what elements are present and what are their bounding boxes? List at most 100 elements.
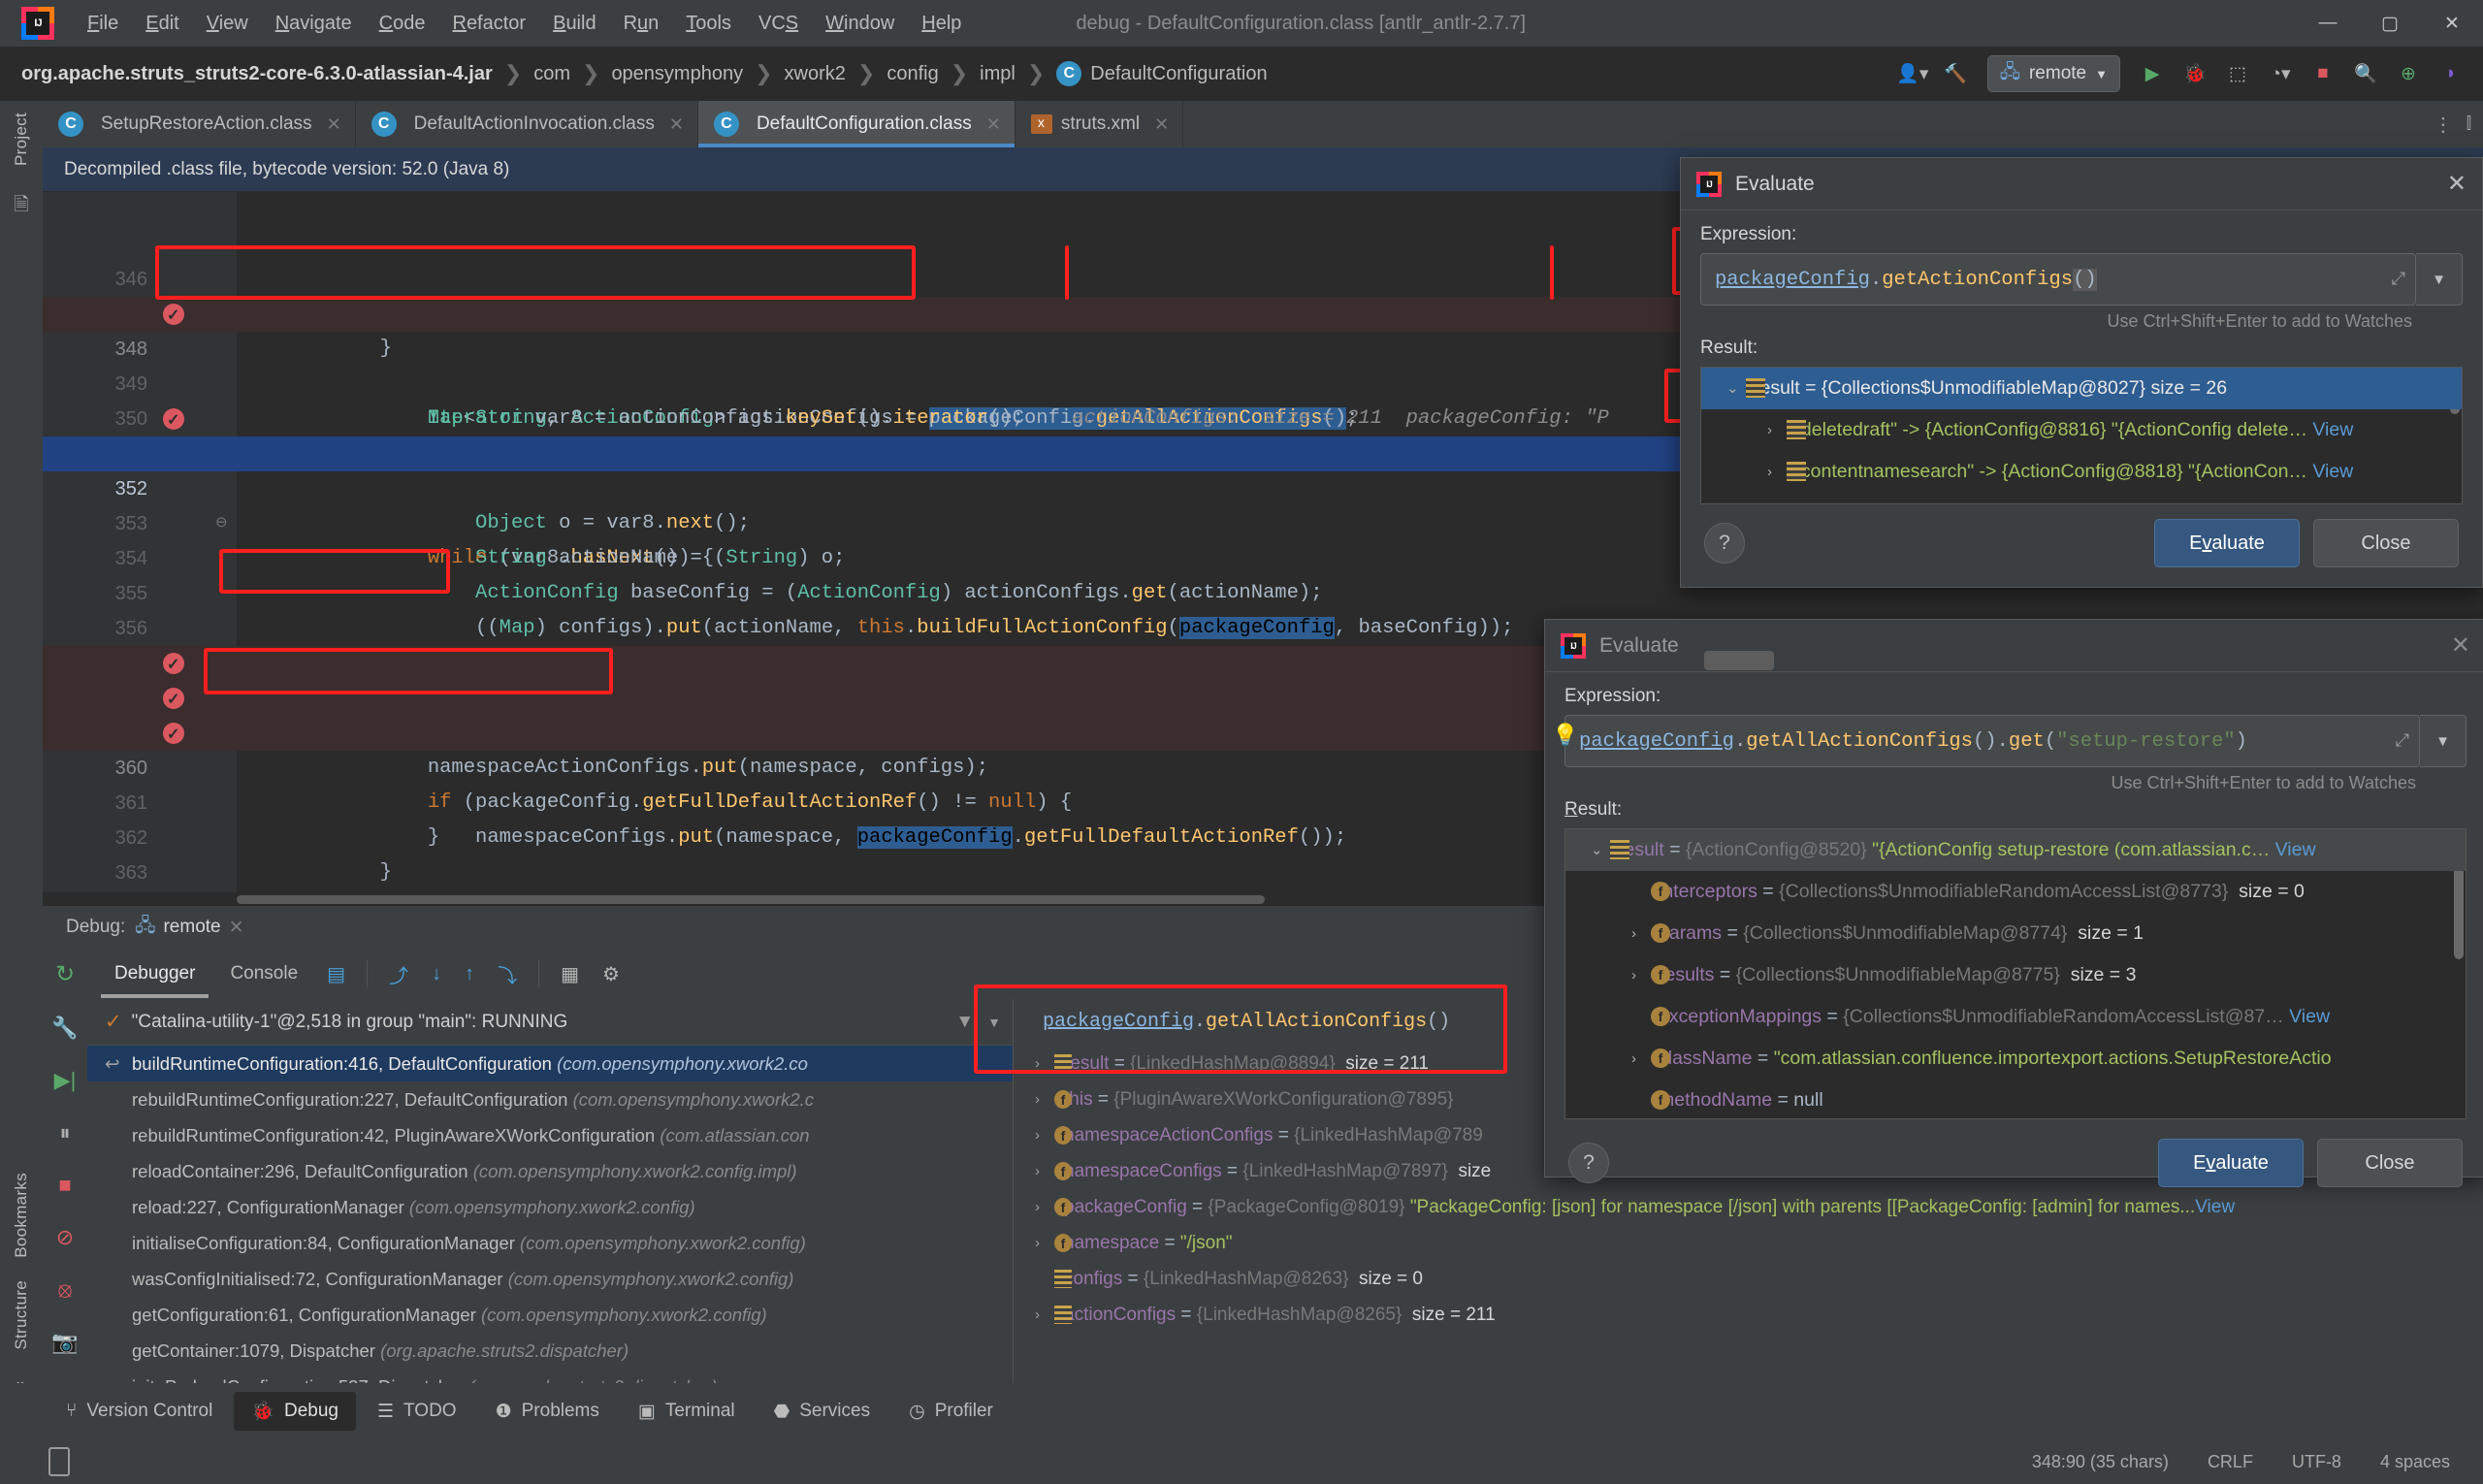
close-icon[interactable]: ✕ — [2421, 0, 2483, 47]
debug-session-tab[interactable]: 🖧 remote ✕ — [135, 912, 243, 943]
close-icon[interactable]: ✕ — [2447, 170, 2467, 198]
close-icon[interactable]: ✕ — [2451, 631, 2470, 660]
menu-refactor[interactable]: Refactor — [438, 9, 539, 39]
sidebar-item-bookmarks[interactable]: Bookmarks — [12, 1161, 31, 1270]
result-tree[interactable]: ⌄ result = {Collections$UnmodifiableMap@… — [1700, 367, 2463, 504]
result-row-exceptionmappings[interactable]: f exceptionMappings = {Collections$Unmod… — [1565, 996, 2466, 1038]
breadcrumb-opensymphony[interactable]: opensymphony — [611, 63, 743, 85]
menu-code[interactable]: Code — [366, 9, 439, 39]
rerun-icon[interactable]: ↻ — [55, 960, 75, 988]
breadcrumb-class[interactable]: DefaultConfiguration — [1090, 63, 1267, 85]
lightbulb-icon[interactable]: 💡 — [1552, 724, 1578, 749]
frame-row[interactable]: initialiseConfiguration:84, Configuratio… — [87, 1225, 1013, 1261]
frame-row[interactable]: wasConfigInitialised:72, ConfigurationMa… — [87, 1261, 1013, 1297]
chevron-right-icon[interactable]: › — [1035, 1189, 1040, 1225]
frame-row[interactable]: reload:227, ConfigurationManager (com.op… — [87, 1189, 1013, 1225]
variable-row-actionconfigs[interactable]: › actionConfigs = {LinkedHashMap@8265} s… — [1014, 1297, 2438, 1333]
debug-icon[interactable]: 🐞 — [2177, 55, 2213, 92]
menu-navigate[interactable]: Navigate — [262, 9, 366, 39]
settings-wrench-icon[interactable]: 🔧 — [51, 1016, 78, 1041]
tab-struts-xml[interactable]: struts.xml ✕ — [1016, 101, 1184, 147]
settings-icon[interactable]: ⚙ — [591, 962, 631, 986]
tab-setuprestoreaction[interactable]: C SetupRestoreAction.class ✕ — [43, 101, 356, 147]
frames-icon[interactable]: ▤ — [315, 962, 357, 986]
indent-setting[interactable]: 4 spaces — [2380, 1452, 2450, 1472]
thread-row[interactable]: ✓ "Catalina-utility-1"@2,518 in group "m… — [87, 999, 1013, 1046]
close-button[interactable]: Close — [2313, 519, 2459, 567]
step-into-icon[interactable]: ↓ — [420, 963, 453, 985]
menu-tools[interactable]: Tools — [672, 9, 745, 39]
minimize-icon[interactable]: — — [2297, 0, 2359, 47]
bottom-tab-debug[interactable]: 🐞 Debug — [234, 1392, 356, 1431]
view-link[interactable]: View — [2275, 839, 2316, 860]
tab-console[interactable]: Console — [212, 957, 315, 990]
chevron-right-icon[interactable]: › — [1035, 1046, 1040, 1081]
search-icon[interactable]: 🔍 — [2347, 55, 2384, 92]
resume-icon[interactable]: ▶| — [54, 1068, 77, 1093]
file-encoding[interactable]: UTF-8 — [2292, 1452, 2341, 1472]
frame-row[interactable]: reloadContainer:296, DefaultConfiguratio… — [87, 1153, 1013, 1189]
menu-window[interactable]: Window — [812, 9, 908, 39]
help-button[interactable]: ? — [1704, 523, 1745, 564]
user-icon[interactable]: 👤▾ — [1894, 55, 1931, 92]
menu-run[interactable]: Run — [610, 9, 673, 39]
bottom-tab-services[interactable]: ⬣ Services — [757, 1393, 887, 1431]
frame-row[interactable]: rebuildRuntimeConfiguration:42, PluginAw… — [87, 1117, 1013, 1153]
chevron-down-icon[interactable]: ▼ — [987, 1015, 1001, 1030]
frame-row[interactable]: rebuildRuntimeConfiguration:227, Default… — [87, 1081, 1013, 1117]
result-row-params[interactable]: › f params = {Collections$UnmodifiableMa… — [1565, 913, 2466, 954]
help-button[interactable]: ? — [1568, 1143, 1609, 1183]
codewithme-icon[interactable]: ◗ — [2433, 55, 2469, 92]
chevron-right-icon[interactable]: › — [1035, 1153, 1040, 1189]
breakpoint-icon[interactable] — [163, 718, 184, 753]
chevron-right-icon[interactable]: › — [1035, 1117, 1040, 1153]
hammer-icon[interactable]: 🔨 — [1937, 55, 1974, 92]
variable-row-configs[interactable]: configs = {LinkedHashMap@8263} size = 0 — [1014, 1261, 2438, 1297]
menu-help[interactable]: Help — [908, 9, 975, 39]
menu-build[interactable]: Build — [539, 9, 609, 39]
tab-defaultconfiguration[interactable]: C DefaultConfiguration.class ✕ — [697, 101, 1016, 147]
breadcrumb-xwork2[interactable]: xwork2 — [785, 63, 846, 85]
frame-row[interactable]: ↩ buildRuntimeConfiguration:416, DefaultC… — [87, 1046, 1013, 1081]
chevron-right-icon[interactable]: › — [1767, 451, 1772, 493]
history-dropdown-icon[interactable]: ▼ — [2416, 253, 2463, 306]
step-out-icon[interactable]: ↑ — [453, 963, 486, 985]
line-separator[interactable]: CRLF — [2208, 1452, 2253, 1472]
result-row-result[interactable]: ⌄ result = {ActionConfig@8520} "{ActionC… — [1565, 829, 2466, 871]
bottom-tab-version-control[interactable]: ⑂ Version Control — [48, 1393, 230, 1430]
view-link[interactable]: View — [2312, 461, 2353, 482]
result-tree[interactable]: ⌄ result = {ActionConfig@8520} "{ActionC… — [1564, 828, 2467, 1119]
chevron-right-icon[interactable]: › — [1035, 1081, 1040, 1117]
device-icon[interactable] — [48, 1447, 70, 1476]
close-icon[interactable]: ✕ — [1154, 114, 1169, 135]
step-over-icon[interactable]: ⤴ — [377, 960, 420, 988]
expression-input[interactable]: packageConfig. getActionConfigs() ⤢ — [1700, 253, 2416, 306]
result-horizontal-scrollbar[interactable] — [1704, 651, 1774, 670]
result-row-results[interactable]: › f results = {Collections$UnmodifiableM… — [1565, 954, 2466, 996]
chevron-right-icon[interactable]: › — [1035, 1297, 1040, 1333]
result-row-deletedraft[interactable]: › "deletedraft" -> {ActionConfig@8816} "… — [1701, 409, 2462, 451]
chevron-right-icon[interactable]: › — [1631, 913, 1636, 954]
evaluate-icon[interactable]: ▦ — [549, 962, 591, 986]
file-icon[interactable]: 🗎 — [14, 191, 28, 222]
expand-icon[interactable]: ⤢ — [2396, 731, 2409, 752]
menu-vcs[interactable]: VCS — [745, 9, 812, 39]
breadcrumb-jar[interactable]: org.apache.struts_struts2-core-6.3.0-atl… — [21, 63, 493, 85]
result-row-methodname[interactable]: f methodName = null — [1565, 1080, 2466, 1118]
close-icon[interactable]: ✕ — [229, 917, 244, 939]
chevron-right-icon[interactable]: › — [1035, 1225, 1040, 1261]
menu-file[interactable]: File — [74, 9, 132, 39]
filter-icon[interactable]: ▼ — [955, 1012, 974, 1033]
stop-icon[interactable]: ■ — [58, 1173, 71, 1198]
run-configuration-selector[interactable]: 🖧 remote ▼ — [1986, 55, 2120, 92]
chevron-down-icon[interactable]: ⌄ — [1726, 368, 1739, 409]
view-breakpoints-icon[interactable]: ⦻ — [58, 1277, 73, 1303]
variable-row-namespace[interactable]: › f namespace = "/json" — [1014, 1225, 2438, 1261]
chevron-right-icon[interactable]: › — [1767, 409, 1772, 451]
result-row-contentnamesearch[interactable]: › "contentnamesearch" -> {ActionConfig@8… — [1701, 451, 2462, 493]
result-row-interceptors[interactable]: f interceptors = {Collections$Unmodifiab… — [1565, 871, 2466, 913]
breadcrumb-config[interactable]: config — [887, 63, 938, 85]
mute-breakpoints-icon[interactable]: ⊘ — [56, 1225, 74, 1250]
sidebar-item-structure[interactable]: Structure — [12, 1269, 31, 1362]
updates-icon[interactable]: ⊕ — [2390, 55, 2427, 92]
